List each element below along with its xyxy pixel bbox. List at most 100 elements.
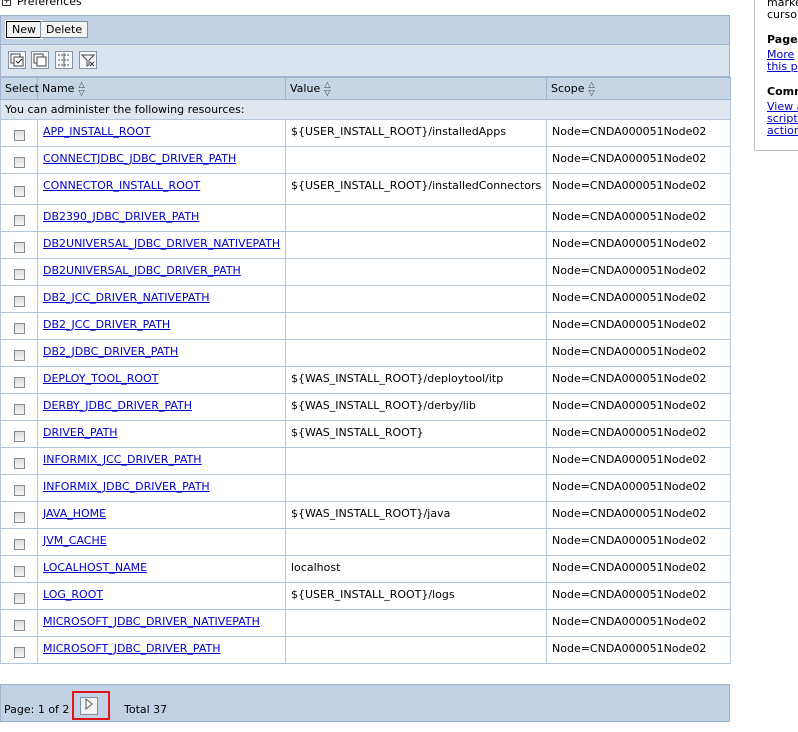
row-checkbox[interactable]: [13, 268, 25, 280]
variable-value: [285, 312, 547, 340]
variable-value: [285, 146, 547, 174]
row-checkbox[interactable]: [13, 185, 25, 197]
page-indicator: Page: 1 of 2: [4, 703, 70, 716]
variable-name-link[interactable]: LOG_ROOT: [43, 588, 103, 601]
preferences-label[interactable]: Preferences: [17, 0, 82, 8]
variable-scope: Node=CNDA000051Node02: [546, 312, 731, 340]
row-checkbox[interactable]: [13, 376, 25, 388]
delete-button[interactable]: Delete: [40, 21, 89, 38]
page-help-heading: Page: [767, 33, 798, 46]
variable-name-link[interactable]: CONNECTOR_INSTALL_ROOT: [43, 179, 200, 192]
sort-icon: △ ▽: [78, 79, 85, 97]
row-checkbox[interactable]: [13, 484, 25, 496]
show-filter-icon[interactable]: [55, 51, 73, 69]
variable-name-link[interactable]: APP_INSTALL_ROOT: [43, 125, 151, 138]
variable-name-link[interactable]: DEPLOY_TOOL_ROOT: [43, 372, 158, 385]
variable-scope: Node=CNDA000051Node02: [546, 231, 731, 259]
row-checkbox[interactable]: [13, 349, 25, 361]
select-column-header: Select: [0, 77, 39, 100]
variable-value: ${USER_INSTALL_ROOT}/installedApps: [285, 119, 547, 147]
row-checkbox[interactable]: [13, 403, 25, 415]
variable-scope: Node=CNDA000051Node02: [546, 366, 731, 394]
sort-icon: △ ▽: [324, 79, 331, 97]
variable-value: ${USER_INSTALL_ROOT}/logs: [285, 582, 547, 610]
variable-name-link[interactable]: INFORMIX_JCC_DRIVER_PATH: [43, 453, 202, 466]
select-all-icon[interactable]: [8, 51, 26, 69]
more-help-link[interactable]: this p: [767, 60, 798, 73]
variable-scope: Node=CNDA000051Node02: [546, 528, 731, 556]
variable-value: [285, 609, 547, 637]
variable-scope: Node=CNDA000051Node02: [546, 285, 731, 313]
variable-scope: Node=CNDA000051Node02: [546, 474, 731, 502]
variable-name-link[interactable]: CONNECTJDBC_JDBC_DRIVER_PATH: [43, 152, 236, 165]
variable-scope: Node=CNDA000051Node02: [546, 119, 731, 147]
variable-value: [285, 285, 547, 313]
value-column-header[interactable]: Value △ ▽: [285, 77, 547, 100]
variable-value: ${WAS_INSTALL_ROOT}/java: [285, 501, 547, 529]
variable-value: ${USER_INSTALL_ROOT}/installedConnectors: [285, 173, 547, 205]
row-checkbox[interactable]: [13, 565, 25, 577]
variable-scope: Node=CNDA000051Node02: [546, 204, 731, 232]
variable-name-link[interactable]: JAVA_HOME: [43, 507, 106, 520]
expand-icon[interactable]: +: [2, 0, 11, 6]
variable-name-link[interactable]: DB2_JDBC_DRIVER_PATH: [43, 345, 178, 358]
variables-table: Select Name △ ▽ Value △ ▽ Scope △ ▽ You can ad…: [0, 77, 731, 664]
scope-column-header[interactable]: Scope △ ▽: [546, 77, 731, 100]
action-toolbar: New Delete: [0, 15, 730, 45]
variable-value: ${WAS_INSTALL_ROOT}/derby/lib: [285, 393, 547, 421]
variable-scope: Node=CNDA000051Node02: [546, 339, 731, 367]
row-checkbox[interactable]: [13, 156, 25, 168]
row-checkbox[interactable]: [13, 457, 25, 469]
variable-name-link[interactable]: JVM_CACHE: [43, 534, 107, 547]
variable-scope: Node=CNDA000051Node02: [546, 393, 731, 421]
variable-name-link[interactable]: MICROSOFT_JDBC_DRIVER_PATH: [43, 642, 221, 655]
variable-name-link[interactable]: MICROSOFT_JDBC_DRIVER_NATIVEPATH: [43, 615, 260, 628]
row-checkbox[interactable]: [13, 538, 25, 550]
variable-name-link[interactable]: DB2_JCC_DRIVER_NATIVEPATH: [43, 291, 210, 304]
new-button[interactable]: New: [5, 20, 43, 39]
pagination-bar: Page: 1 of 2 Total 37: [0, 684, 730, 722]
row-checkbox[interactable]: [13, 646, 25, 658]
row-checkbox[interactable]: [13, 241, 25, 253]
variable-value: [285, 204, 547, 232]
row-checkbox[interactable]: [13, 619, 25, 631]
variable-scope: Node=CNDA000051Node02: [546, 173, 731, 205]
variable-scope: Node=CNDA000051Node02: [546, 420, 731, 448]
row-checkbox[interactable]: [13, 322, 25, 334]
variable-name-link[interactable]: DB2390_JDBC_DRIVER_PATH: [43, 210, 199, 223]
total-count: Total 37: [124, 703, 168, 716]
row-checkbox[interactable]: [13, 214, 25, 226]
variable-value: [285, 636, 547, 664]
variable-value: [285, 258, 547, 286]
variable-value: [285, 447, 547, 475]
command-assist-link[interactable]: action: [767, 124, 798, 137]
variable-scope: Node=CNDA000051Node02: [546, 501, 731, 529]
variable-value: [285, 528, 547, 556]
deselect-all-icon[interactable]: [31, 51, 49, 69]
variable-name-link[interactable]: LOCALHOST_NAME: [43, 561, 147, 574]
variable-value: [285, 474, 547, 502]
variable-scope: Node=CNDA000051Node02: [546, 146, 731, 174]
side-text-line: curso: [767, 8, 798, 21]
name-column-header[interactable]: Name △ ▽: [37, 77, 286, 100]
help-side-panel: marke curso Page More this p Comm View a…: [754, 0, 798, 151]
row-checkbox[interactable]: [13, 295, 25, 307]
variable-value: [285, 231, 547, 259]
highlight-box: [72, 691, 110, 720]
variable-name-link[interactable]: DRIVER_PATH: [43, 426, 118, 439]
variable-scope: Node=CNDA000051Node02: [546, 555, 731, 583]
sort-icon: △ ▽: [588, 79, 595, 97]
row-checkbox[interactable]: [13, 129, 25, 141]
row-checkbox[interactable]: [13, 430, 25, 442]
variable-name-link[interactable]: DB2UNIVERSAL_JDBC_DRIVER_PATH: [43, 264, 241, 277]
variable-value: ${WAS_INSTALL_ROOT}: [285, 420, 547, 448]
clear-filter-icon[interactable]: [79, 51, 97, 69]
row-checkbox[interactable]: [13, 511, 25, 523]
variable-name-link[interactable]: DERBY_JDBC_DRIVER_PATH: [43, 399, 192, 412]
row-checkbox[interactable]: [13, 592, 25, 604]
variable-scope: Node=CNDA000051Node02: [546, 636, 731, 664]
variable-name-link[interactable]: INFORMIX_JDBC_DRIVER_PATH: [43, 480, 210, 493]
variable-name-link[interactable]: DB2UNIVERSAL_JDBC_DRIVER_NATIVEPATH: [43, 237, 280, 250]
variable-name-link[interactable]: DB2_JCC_DRIVER_PATH: [43, 318, 170, 331]
variable-scope: Node=CNDA000051Node02: [546, 447, 731, 475]
